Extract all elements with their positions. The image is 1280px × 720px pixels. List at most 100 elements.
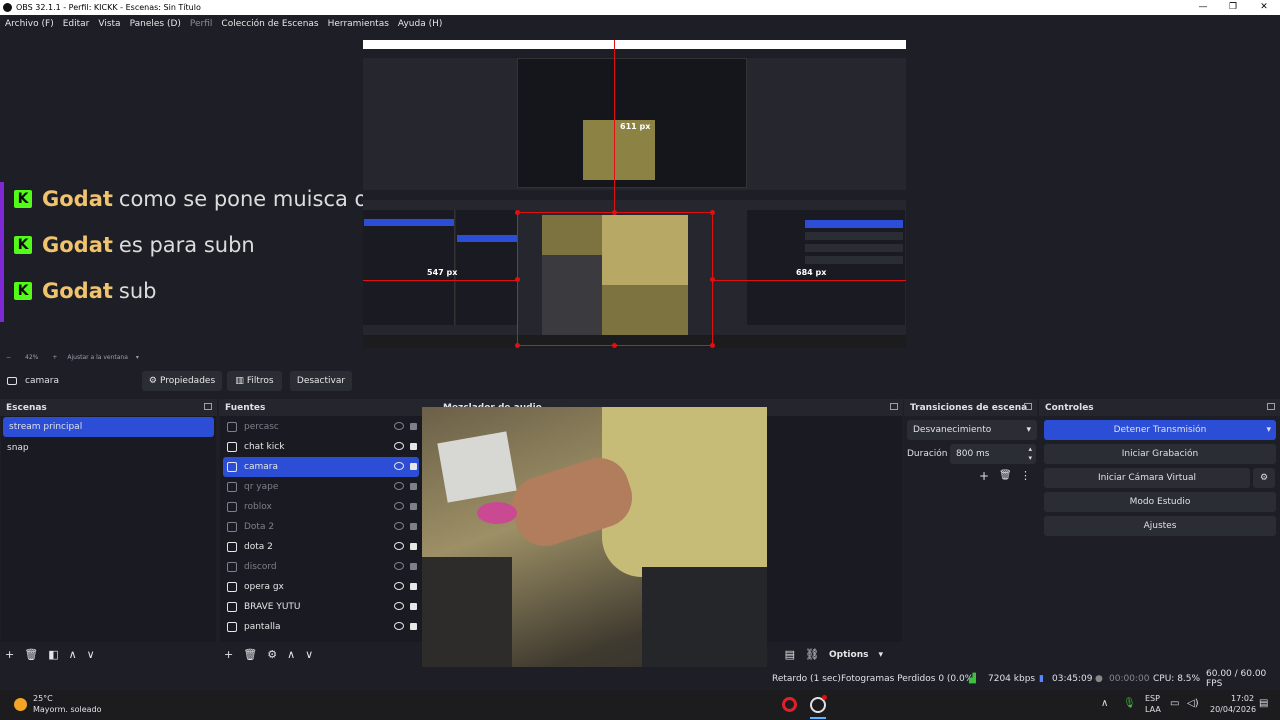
eye-icon[interactable] — [394, 622, 404, 630]
menu-help[interactable]: Ayuda (H) — [398, 19, 442, 29]
add-scene-button[interactable]: + — [5, 648, 14, 661]
deactivate-button[interactable]: Desactivar — [290, 371, 352, 391]
more-options-icon[interactable]: ⋮ — [1020, 469, 1031, 482]
lock-icon[interactable] — [410, 523, 417, 530]
chevron-down-icon[interactable]: ▾ — [878, 650, 883, 660]
resize-handle[interactable] — [515, 343, 520, 348]
selection-bounding-box[interactable] — [517, 212, 713, 346]
mixer-link-button[interactable]: ⛓ — [805, 648, 819, 661]
remove-source-button[interactable]: 🗑 — [243, 648, 257, 661]
lang-primary[interactable]: ESP — [1145, 694, 1160, 703]
lock-icon[interactable] — [410, 483, 417, 490]
settings-button[interactable]: Ajustes — [1044, 516, 1276, 536]
move-up-button[interactable]: ∧ — [287, 648, 295, 661]
menu-edit[interactable]: Editar — [63, 19, 90, 29]
source-item[interactable]: camara — [223, 457, 419, 477]
menu-scene-collection[interactable]: Colección de Escenas — [221, 19, 318, 29]
chevron-down-icon[interactable]: ▾ — [136, 354, 139, 361]
undock-icon[interactable] — [890, 403, 898, 410]
source-item[interactable]: pantalla — [223, 617, 419, 637]
clock-time[interactable]: 17:02 — [1231, 694, 1254, 703]
remove-transition-button[interactable]: 🗑 — [999, 470, 1012, 481]
lock-icon[interactable] — [410, 423, 417, 430]
lock-icon[interactable] — [410, 443, 417, 450]
eye-hidden-icon[interactable] — [394, 502, 404, 510]
fit-window-label[interactable]: Ajustar a la ventana — [67, 354, 128, 361]
eye-hidden-icon[interactable] — [394, 522, 404, 530]
menu-view[interactable]: Vista — [98, 19, 120, 29]
start-virtual-camera-button[interactable]: Iniciar Cámara Virtual — [1044, 468, 1250, 488]
microphone-icon[interactable]: 🎙 — [1123, 698, 1136, 709]
resize-handle[interactable] — [710, 277, 715, 282]
source-item[interactable]: opera gx — [223, 577, 419, 597]
undock-icon[interactable] — [1267, 403, 1275, 410]
undock-icon[interactable] — [204, 403, 212, 410]
eye-icon[interactable] — [394, 582, 404, 590]
resize-handle[interactable] — [710, 210, 715, 215]
eye-hidden-icon[interactable] — [394, 482, 404, 490]
add-source-button[interactable]: + — [224, 648, 233, 661]
clock-date[interactable]: 20/04/2026 — [1210, 705, 1256, 714]
properties-button[interactable]: ⚙ Propiedades — [142, 371, 222, 391]
lock-icon[interactable] — [410, 463, 417, 470]
source-properties-button[interactable]: ⚙ — [267, 648, 277, 661]
resize-handle[interactable] — [515, 210, 520, 215]
stop-streaming-button[interactable]: Detener Transmisión ▾ — [1044, 420, 1276, 440]
maximize-button[interactable]: ❐ — [1218, 0, 1248, 15]
menu-tools[interactable]: Herramientas — [328, 19, 389, 29]
duration-input[interactable]: 800 ms ▴ ▾ — [950, 444, 1036, 464]
close-button[interactable]: ✕ — [1249, 0, 1279, 15]
eye-icon[interactable] — [394, 462, 404, 470]
source-item[interactable]: BRAVE YUTU — [223, 597, 419, 617]
virtual-camera-settings-button[interactable]: ⚙ — [1253, 468, 1275, 488]
add-transition-button[interactable]: + — [979, 469, 989, 483]
eye-icon[interactable] — [394, 442, 404, 450]
scene-filters-button[interactable]: ◧ — [48, 648, 58, 661]
source-item[interactable]: percasc — [223, 417, 419, 437]
start-recording-button[interactable]: Iniciar Grabación — [1044, 444, 1276, 464]
resize-handle[interactable] — [710, 343, 715, 348]
notifications-icon[interactable]: ▤ — [1259, 698, 1268, 709]
source-item[interactable]: discord — [223, 557, 419, 577]
chevron-up-icon[interactable]: ∧ — [1101, 698, 1108, 709]
chevron-down-icon[interactable]: ▾ — [1266, 425, 1271, 435]
scene-item[interactable]: snap — [1, 438, 216, 458]
preview-canvas[interactable]: K Godat como se pone muisca o solo K God… — [0, 32, 1280, 350]
eye-hidden-icon[interactable] — [394, 422, 404, 430]
source-item[interactable]: dota 2 — [223, 537, 419, 557]
network-icon[interactable]: ▭ — [1170, 698, 1179, 709]
spinner-icon[interactable]: ▴ ▾ — [1028, 445, 1032, 463]
mixer-layout-button[interactable]: ▤ — [785, 648, 795, 661]
menu-file[interactable]: Archivo (F) — [5, 19, 54, 29]
eye-hidden-icon[interactable] — [394, 562, 404, 570]
opera-gx-icon[interactable] — [782, 697, 797, 712]
resize-handle[interactable] — [612, 210, 617, 215]
zoom-in-button[interactable]: + — [52, 354, 57, 361]
lock-icon[interactable] — [410, 543, 417, 550]
scene-item[interactable]: stream principal — [3, 417, 214, 437]
lock-icon[interactable] — [410, 623, 417, 630]
lang-secondary[interactable]: LAA — [1145, 705, 1161, 714]
lock-icon[interactable] — [410, 563, 417, 570]
resize-handle[interactable] — [515, 277, 520, 282]
undock-icon[interactable] — [1024, 403, 1032, 410]
mixer-options-button[interactable]: Options — [829, 650, 868, 660]
minimize-button[interactable]: — — [1188, 0, 1218, 15]
studio-mode-button[interactable]: Modo Estudio — [1044, 492, 1276, 512]
source-item[interactable]: chat kick — [223, 437, 419, 457]
source-item[interactable]: qr yape — [223, 477, 419, 497]
lock-icon[interactable] — [410, 583, 417, 590]
source-item[interactable]: roblox — [223, 497, 419, 517]
volume-icon[interactable]: ◁) — [1187, 698, 1199, 709]
move-up-button[interactable]: ∧ — [69, 648, 77, 661]
eye-icon[interactable] — [394, 542, 404, 550]
lock-icon[interactable] — [410, 603, 417, 610]
source-item[interactable]: Dota 2 — [223, 517, 419, 537]
zoom-out-button[interactable]: − — [6, 354, 11, 361]
menu-docks[interactable]: Paneles (D) — [130, 19, 181, 29]
transition-select[interactable]: Desvanecimiento ▾ — [907, 420, 1037, 440]
menu-profile[interactable]: Perfil — [190, 19, 213, 29]
move-down-button[interactable]: ∨ — [87, 648, 95, 661]
move-down-button[interactable]: ∨ — [305, 648, 313, 661]
resize-handle[interactable] — [612, 343, 617, 348]
